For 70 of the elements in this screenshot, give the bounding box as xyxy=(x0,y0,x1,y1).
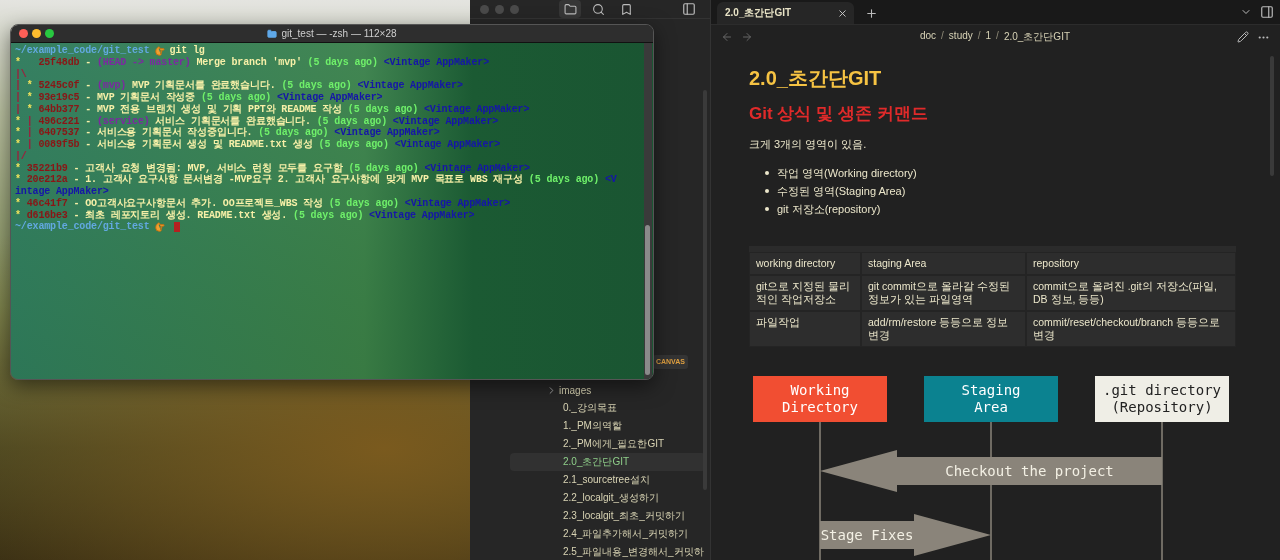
file-item[interactable]: 1._PM의역할 xyxy=(510,417,706,435)
maximize-button[interactable] xyxy=(45,29,54,38)
file-item[interactable]: 2.3_localgit_최초_커밋하기 xyxy=(510,507,706,525)
diagram-box: Working Directory xyxy=(753,376,887,422)
diagram-box: .git directory (Repository) xyxy=(1095,376,1229,422)
table-cell: git commit으로 올라갈 수정된 정보가 있는 파일영역 xyxy=(861,275,1026,311)
terminal-line: * | 6407537 - 서비스용 기획문서 작성중입니다. (5 days ago) <Vintage AppMaker> xyxy=(15,127,440,139)
list-item: 수정된 영역(Staging Area) xyxy=(777,183,906,199)
terminal-line: | * 93e19c5 - MVP 기획문서 작성중 (5 days ago) <Vintage AppMaker> xyxy=(15,92,383,104)
paragraph: 크게 3개의 영역이 있음. xyxy=(749,137,868,152)
breadcrumb-link[interactable]: study xyxy=(948,30,973,44)
pointing-hand-icon xyxy=(154,45,165,56)
terminal-line: * 35221b9 - 고객사 요청 변경됨: MVP, 서비스 런칭 모두를 요구함 (5 days ago) <Vintage AppMaker> xyxy=(15,162,530,174)
table-header-cell: repository xyxy=(1026,252,1236,275)
bullet-icon xyxy=(765,207,769,211)
table-cell: git으로 지정된 물리적인 작업저장소 xyxy=(749,275,861,311)
bullet-icon xyxy=(765,189,769,193)
terminal-command: git lg xyxy=(169,45,205,57)
sidebar-toggle-icon[interactable] xyxy=(1260,5,1274,19)
terminal-line: | * 64bb377 - MVP 전용 브랜치 생성 및 기획 PPT와 README 작성 (5 days ago) <Vintage AppMaker> xyxy=(15,103,530,116)
scrollbar[interactable] xyxy=(644,43,652,379)
terminal-line: intage AppMaker> xyxy=(15,186,109,198)
file-item[interactable]: 2.4_파일추가해서_커밋하기 xyxy=(510,525,706,543)
breadcrumb-link[interactable]: 1 xyxy=(985,30,992,44)
terminal-line: * 46c41f7 - OO고객사요구사항문서 추가. OO프로젝트_WBS 작성 (5 days ago) <Vintage AppMaker> xyxy=(15,197,511,210)
diagram-box: Staging Area xyxy=(924,376,1058,422)
folder-icon xyxy=(267,28,278,39)
edit-icon[interactable] xyxy=(1237,31,1249,43)
list-item: 작업 영역(Working directory) xyxy=(777,165,917,181)
table-cell: commit으로 올려진 .git의 저장소(파일, DB 정보, 등등) xyxy=(1026,275,1236,311)
list-item: git 저장소(repository) xyxy=(777,201,881,217)
terminal-line: * d616be3 - 최초 레포지토리 생성. README.txt 생성. (5 days ago) <Vintage AppMaker> xyxy=(15,209,475,221)
terminal-line: * 25f48db - (HEAD -> master) Merge branch 'mvp' (5 days ago) <Vintage AppMaker> xyxy=(15,56,489,69)
table-header-cell: staging Area xyxy=(861,252,1026,275)
close-icon[interactable] xyxy=(837,7,848,19)
window-title: git_test — -zsh — 112×28 xyxy=(281,28,397,39)
terminal-line: |/ xyxy=(15,150,27,163)
terminal-line: | * 5245c0f - (mvp) MVP 기획문서를 완료했습니다. (5 days ago) <Vintage AppMaker> xyxy=(15,80,463,92)
table-cell: 파일작업 xyxy=(749,311,861,347)
table-cell: add/rm/restore 등등으로 정보변경 xyxy=(861,311,1026,347)
table-cell: commit/reset/checkout/branch 등등으로 변경 xyxy=(1026,311,1236,347)
breadcrumb-separator: / xyxy=(940,30,945,43)
breadcrumb-separator: / xyxy=(976,30,982,43)
terminal-line: * | 0089f5b - 서비스용 기획문서 생성 및 README.txt 생성 (5 days ago) <Vintage AppMaker> xyxy=(15,139,500,151)
breadcrumb-separator: / xyxy=(995,30,1000,43)
arrow: Checkout the project xyxy=(820,450,1162,492)
arrow: Stage Fixes xyxy=(820,514,991,556)
folder-icon[interactable] xyxy=(559,0,581,18)
breadcrumb-link[interactable]: doc xyxy=(919,30,937,44)
terminal-prompt: ~/example_code/git_test xyxy=(15,45,150,57)
file-item[interactable]: 2.1_sourcetree설치 xyxy=(510,471,706,489)
close-button[interactable] xyxy=(19,29,28,38)
file-item[interactable]: 2._PM에게_필요한GIT xyxy=(510,435,706,453)
file-item[interactable]: 2.2_localgit_생성하기 xyxy=(510,489,706,507)
minimize-button[interactable] xyxy=(32,29,41,38)
section-heading: Git 상식 및 생존 커맨드 xyxy=(749,103,929,125)
tab[interactable]: 2.0_초간단GIT xyxy=(717,2,854,24)
terminal-line: * | 496c221 - (service) 서비스 기획문서를 완료했습니다. (5 days ago) <Vintage AppMaker> xyxy=(15,115,499,127)
folder-item[interactable]: images xyxy=(510,381,706,399)
terminal-line: |\ xyxy=(15,68,27,80)
pointing-hand-icon xyxy=(154,222,165,233)
bullet-icon xyxy=(765,171,769,175)
table-header-cell: working directory xyxy=(749,252,861,275)
file-item[interactable]: 2.5_파일내용_변경해서_커밋하 xyxy=(510,543,706,560)
file-item[interactable]: 0._강의목표 xyxy=(510,399,706,417)
breadcrumb-link[interactable]: 2.0_초간단GIT xyxy=(1003,30,1071,44)
document-title: 2.0_초간단GIT xyxy=(749,66,883,91)
file-item[interactable]: 2.0_초간단GIT xyxy=(510,453,706,471)
terminal-line: * 20e212a - 1. 고객사 요구사항 문서변경 -MVP요구 2. 고객사 요구사항에 맞게 MVP 목표로 WBS 재구성 (5 days ago) <V xyxy=(15,174,617,186)
terminal-prompt: ~/example_code/git_test xyxy=(15,221,150,233)
